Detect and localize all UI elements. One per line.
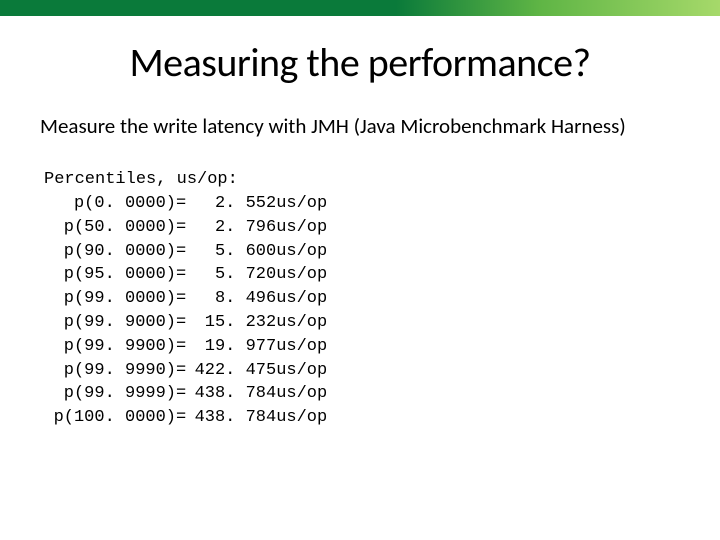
percentile-unit: us/op: [276, 240, 327, 264]
equals-sign: =: [176, 240, 186, 264]
percentile-block: Percentiles, us/op: p(0. 0000) = 2. 552 …: [44, 168, 684, 430]
percentile-value: 19. 977: [186, 335, 276, 359]
equals-sign: =: [176, 311, 186, 335]
equals-sign: =: [176, 406, 186, 430]
percentile-value: 15. 232: [186, 311, 276, 335]
percentile-value: 438. 784: [186, 382, 276, 406]
percentile-value: 2. 552: [186, 192, 276, 216]
percentile-label: p(50. 0000): [44, 216, 176, 240]
percentile-label: p(0. 0000): [44, 192, 176, 216]
percentile-value: 2. 796: [186, 216, 276, 240]
table-row: p(100. 0000) = 438. 784 us/op: [44, 406, 327, 430]
percentile-value: 5. 720: [186, 263, 276, 287]
equals-sign: =: [176, 382, 186, 406]
percentile-value: 8. 496: [186, 287, 276, 311]
percentile-unit: us/op: [276, 192, 327, 216]
percentile-label: p(99. 9999): [44, 382, 176, 406]
percentile-header: Percentiles, us/op:: [44, 168, 684, 192]
slide-title: Measuring the performance?: [36, 38, 684, 87]
equals-sign: =: [176, 263, 186, 287]
equals-sign: =: [176, 287, 186, 311]
percentile-unit: us/op: [276, 287, 327, 311]
table-row: p(99. 0000) = 8. 496 us/op: [44, 287, 327, 311]
percentile-unit: us/op: [276, 311, 327, 335]
table-row: p(95. 0000) = 5. 720 us/op: [44, 263, 327, 287]
percentile-unit: us/op: [276, 263, 327, 287]
percentile-label: p(90. 0000): [44, 240, 176, 264]
equals-sign: =: [176, 335, 186, 359]
percentile-unit: us/op: [276, 382, 327, 406]
table-row: p(99. 9990) = 422. 475 us/op: [44, 359, 327, 383]
slide-accent-bar: [0, 0, 720, 16]
percentile-label: p(99. 9900): [44, 335, 176, 359]
equals-sign: =: [176, 216, 186, 240]
percentile-label: p(99. 9000): [44, 311, 176, 335]
percentile-label: p(99. 9990): [44, 359, 176, 383]
percentile-label: p(95. 0000): [44, 263, 176, 287]
table-row: p(0. 0000) = 2. 552 us/op: [44, 192, 327, 216]
table-row: p(99. 9000) = 15. 232 us/op: [44, 311, 327, 335]
table-row: p(90. 0000) = 5. 600 us/op: [44, 240, 327, 264]
percentile-unit: us/op: [276, 216, 327, 240]
percentile-label: p(99. 0000): [44, 287, 176, 311]
percentile-unit: us/op: [276, 335, 327, 359]
percentile-unit: us/op: [276, 359, 327, 383]
slide-subtitle: Measure the write latency with JMH (Java…: [40, 113, 680, 140]
percentile-value: 5. 600: [186, 240, 276, 264]
percentile-unit: us/op: [276, 406, 327, 430]
table-row: p(99. 9999) = 438. 784 us/op: [44, 382, 327, 406]
slide-content: Measuring the performance? Measure the w…: [0, 38, 720, 430]
table-row: p(99. 9900) = 19. 977 us/op: [44, 335, 327, 359]
equals-sign: =: [176, 192, 186, 216]
percentile-label: p(100. 0000): [44, 406, 176, 430]
percentile-value: 422. 475: [186, 359, 276, 383]
table-row: p(50. 0000) = 2. 796 us/op: [44, 216, 327, 240]
equals-sign: =: [176, 359, 186, 383]
percentile-value: 438. 784: [186, 406, 276, 430]
percentile-table: p(0. 0000) = 2. 552 us/op p(50. 0000) = …: [44, 192, 327, 430]
